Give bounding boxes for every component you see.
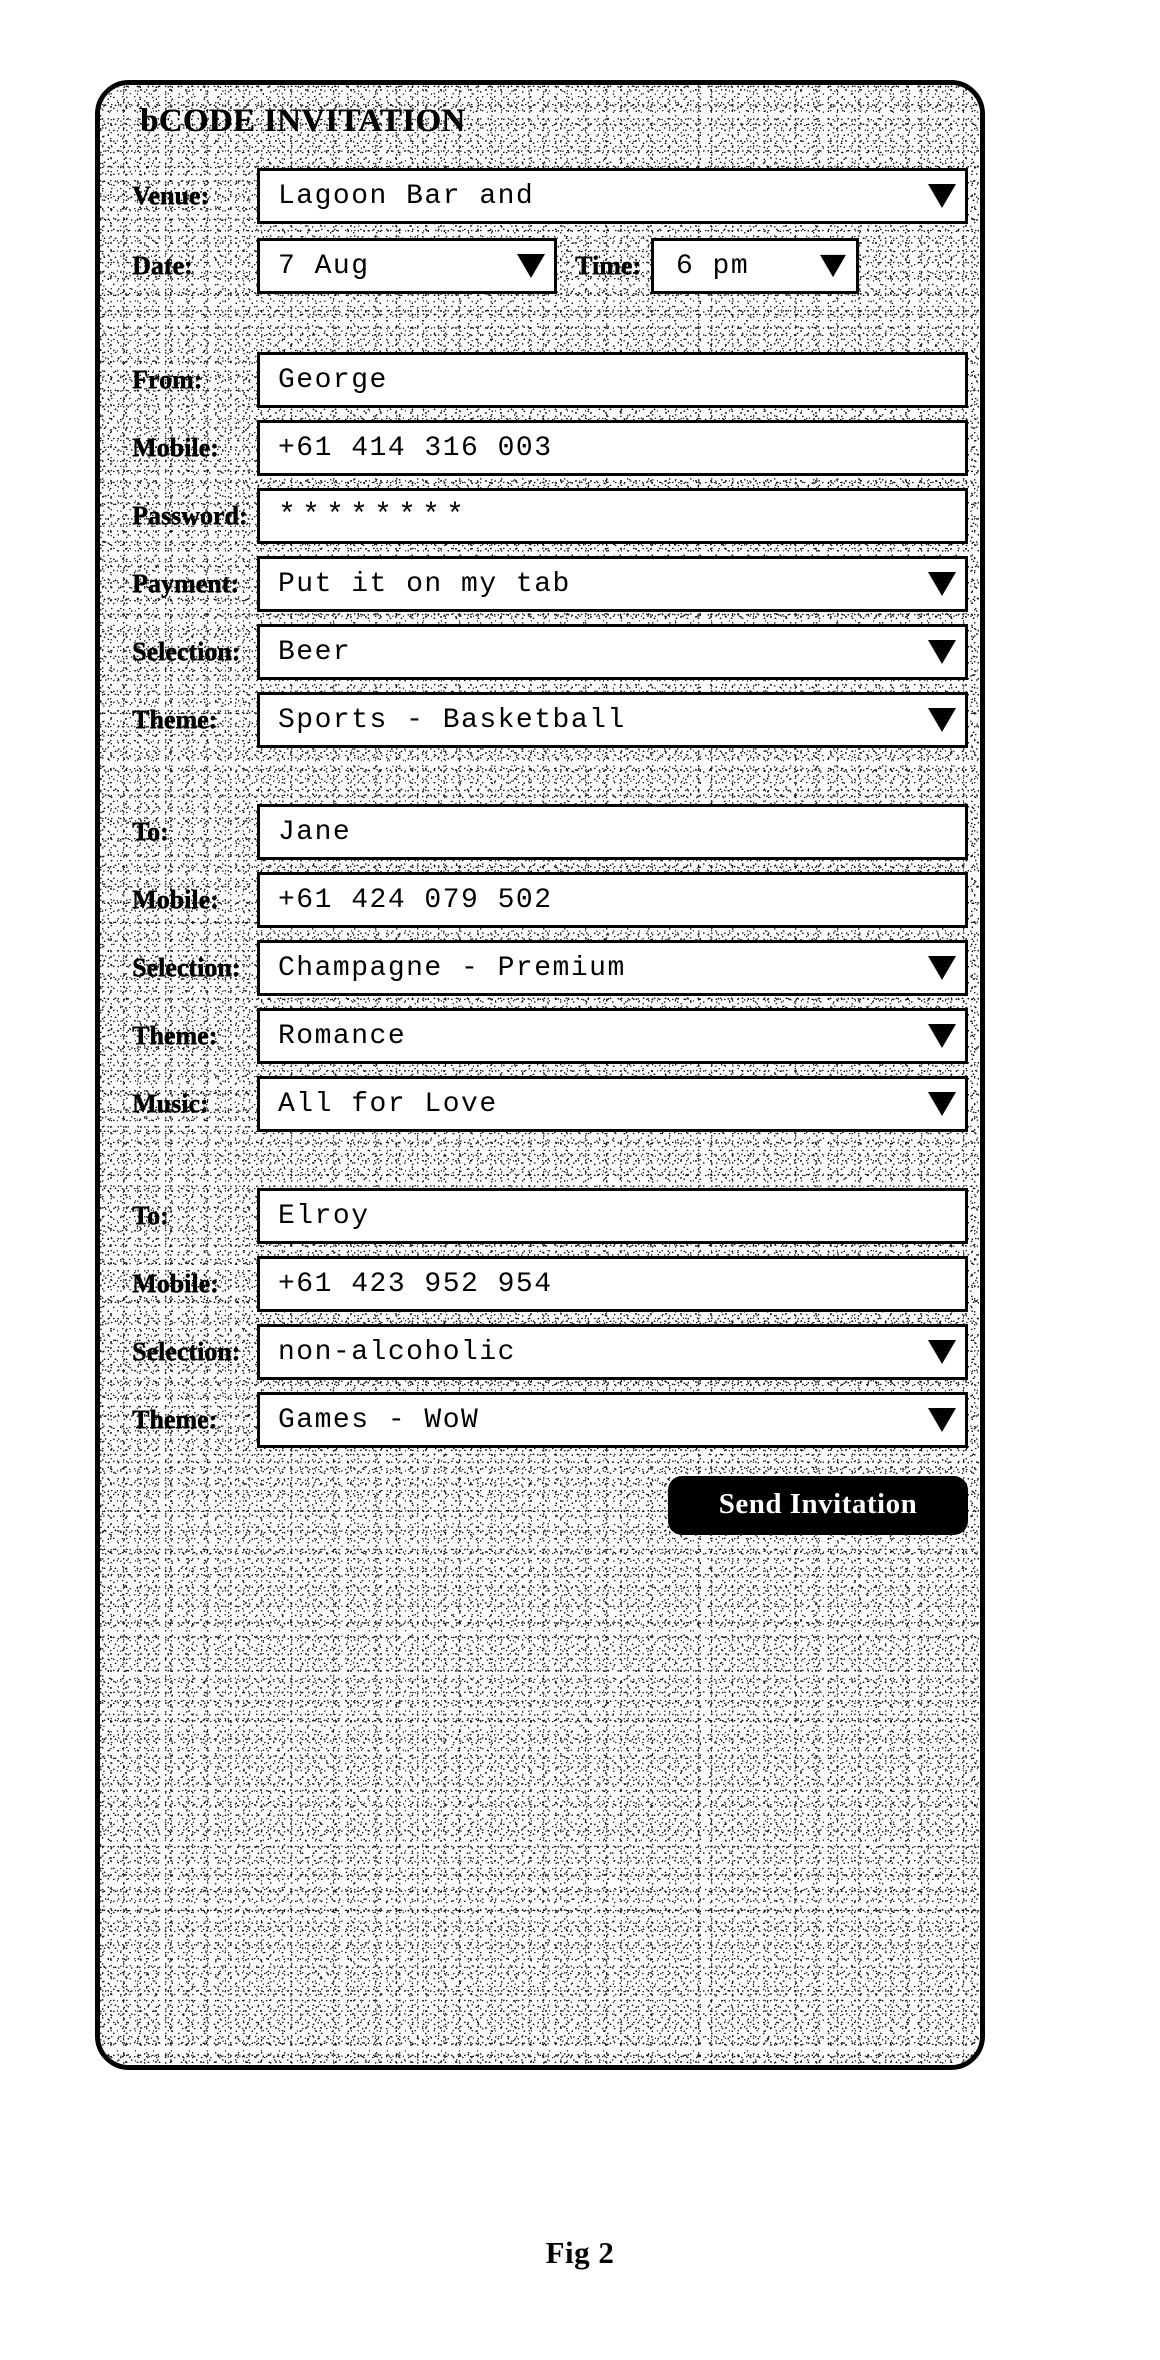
- recipient2-selection-select[interactable]: non-alcoholic: [257, 1324, 968, 1380]
- recipient1-to-input[interactable]: Jane: [257, 804, 968, 860]
- send-invitation-row: Send Invitation: [100, 1455, 980, 1555]
- recipient2-selection-label: Selection:: [132, 1337, 241, 1366]
- recipient1-to-row: To: Jane: [100, 799, 980, 865]
- recipient2-mobile-input[interactable]: +61 423 952 954: [257, 1256, 968, 1312]
- recipient1-mobile-value: +61 424 079 502: [278, 884, 553, 916]
- recipient1-music-select[interactable]: All for Love: [257, 1076, 968, 1132]
- recipient2-selection-row: Selection: non-alcoholic: [100, 1319, 980, 1385]
- sender-mobile-value: +61 414 316 003: [278, 432, 553, 464]
- password-row: Password: ********: [100, 483, 980, 549]
- recipient1-music-value: All for Love: [278, 1088, 498, 1120]
- time-label: Time:: [575, 251, 641, 280]
- recipient1-selection-row: Selection: Champagne - Premium: [100, 935, 980, 1001]
- chevron-down-icon[interactable]: [810, 254, 856, 278]
- recipient2-theme-label: Theme:: [132, 1405, 218, 1434]
- password-value: ********: [278, 499, 471, 533]
- recipient1-selection-select[interactable]: Champagne - Premium: [257, 940, 968, 996]
- sender-mobile-row: Mobile: +61 414 316 003: [100, 415, 980, 481]
- sender-mobile-input[interactable]: +61 414 316 003: [257, 420, 968, 476]
- date-time-row: Date: 7 Aug Time: 6 pm: [100, 233, 980, 299]
- chevron-down-icon[interactable]: [919, 707, 965, 733]
- chevron-down-icon[interactable]: [919, 1091, 965, 1117]
- from-value: George: [278, 364, 388, 396]
- recipient1-theme-label: Theme:: [132, 1021, 218, 1050]
- venue-label: Venue:: [132, 181, 210, 210]
- recipient1-theme-row: Theme: Romance: [100, 1003, 980, 1069]
- date-select[interactable]: 7 Aug: [257, 238, 557, 294]
- venue-value: Lagoon Bar and: [278, 180, 535, 212]
- recipient1-selection-value: Champagne - Premium: [278, 952, 626, 984]
- recipient1-to-value: Jane: [278, 816, 352, 848]
- sender-theme-select[interactable]: Sports - Basketball: [257, 692, 968, 748]
- recipient2-to-value: Elroy: [278, 1200, 370, 1232]
- figure-page: bCODE INVITATION Venue: Lagoon Bar and D…: [0, 0, 1160, 2360]
- recipient1-music-row: Music: All for Love: [100, 1071, 980, 1137]
- send-invitation-label: Send Invitation: [718, 1487, 918, 1520]
- sender-selection-label: Selection:: [132, 637, 241, 666]
- payment-row: Payment: Put it on my tab: [100, 551, 980, 617]
- sender-selection-row: Selection: Beer: [100, 619, 980, 685]
- sender-selection-select[interactable]: Beer: [257, 624, 968, 680]
- invitation-screen: bCODE INVITATION Venue: Lagoon Bar and D…: [100, 85, 980, 2065]
- recipient1-mobile-row: Mobile: +61 424 079 502: [100, 867, 980, 933]
- recipient2-mobile-label: Mobile:: [132, 1269, 219, 1298]
- send-invitation-button[interactable]: Send Invitation: [668, 1475, 968, 1535]
- recipient2-theme-value: Games - WoW: [278, 1404, 480, 1436]
- time-select[interactable]: 6 pm: [650, 238, 859, 294]
- chevron-down-icon[interactable]: [919, 1023, 965, 1049]
- page-title: bCODE INVITATION: [140, 103, 466, 139]
- sender-mobile-label: Mobile:: [132, 433, 219, 462]
- figure-caption: Fig 2: [545, 2235, 615, 2270]
- recipient2-theme-row: Theme: Games - WoW: [100, 1387, 980, 1453]
- recipient2-to-input[interactable]: Elroy: [257, 1188, 968, 1244]
- sender-theme-value: Sports - Basketball: [278, 704, 626, 736]
- recipient2-to-label: To:: [132, 1201, 169, 1230]
- sender-theme-label: Theme:: [132, 705, 218, 734]
- recipient1-theme-select[interactable]: Romance: [257, 1008, 968, 1064]
- sender-theme-row: Theme: Sports - Basketball: [100, 687, 980, 753]
- from-label: From:: [132, 365, 203, 394]
- time-value: 6 pm: [675, 250, 750, 282]
- recipient1-to-label: To:: [132, 817, 169, 846]
- recipient2-to-row: To: Elroy: [100, 1183, 980, 1249]
- password-input[interactable]: ********: [257, 488, 968, 544]
- from-input[interactable]: George: [257, 352, 968, 408]
- recipient1-music-label: Music:: [132, 1089, 209, 1118]
- payment-label: Payment:: [132, 569, 239, 598]
- chevron-down-icon[interactable]: [919, 955, 965, 981]
- from-row: From: George: [100, 347, 980, 413]
- recipient1-mobile-input[interactable]: +61 424 079 502: [257, 872, 968, 928]
- sender-selection-value: Beer: [278, 636, 352, 668]
- recipient2-mobile-value: +61 423 952 954: [278, 1268, 553, 1300]
- payment-value: Put it on my tab: [278, 568, 571, 600]
- recipient1-mobile-label: Mobile:: [132, 885, 219, 914]
- venue-row: Venue: Lagoon Bar and: [100, 163, 980, 229]
- recipient2-selection-value: non-alcoholic: [278, 1336, 516, 1368]
- chevron-down-icon[interactable]: [919, 1407, 965, 1433]
- recipient1-selection-label: Selection:: [132, 953, 241, 982]
- recipient2-theme-select[interactable]: Games - WoW: [257, 1392, 968, 1448]
- chevron-down-icon[interactable]: [919, 183, 965, 209]
- chevron-down-icon[interactable]: [919, 571, 965, 597]
- chevron-down-icon[interactable]: [919, 1339, 965, 1365]
- recipient2-mobile-row: Mobile: +61 423 952 954: [100, 1251, 980, 1317]
- invitation-form: Venue: Lagoon Bar and Date: 7 Aug Time: …: [100, 163, 980, 1555]
- chevron-down-icon[interactable]: [919, 639, 965, 665]
- chevron-down-icon[interactable]: [508, 253, 554, 279]
- recipient1-theme-value: Romance: [278, 1020, 407, 1052]
- password-label: Password:: [132, 501, 248, 530]
- date-label: Date:: [132, 251, 193, 280]
- payment-select[interactable]: Put it on my tab: [257, 556, 968, 612]
- mobile-device-frame: bCODE INVITATION Venue: Lagoon Bar and D…: [95, 80, 985, 2070]
- venue-select[interactable]: Lagoon Bar and: [257, 168, 968, 224]
- date-value: 7 Aug: [278, 250, 370, 282]
